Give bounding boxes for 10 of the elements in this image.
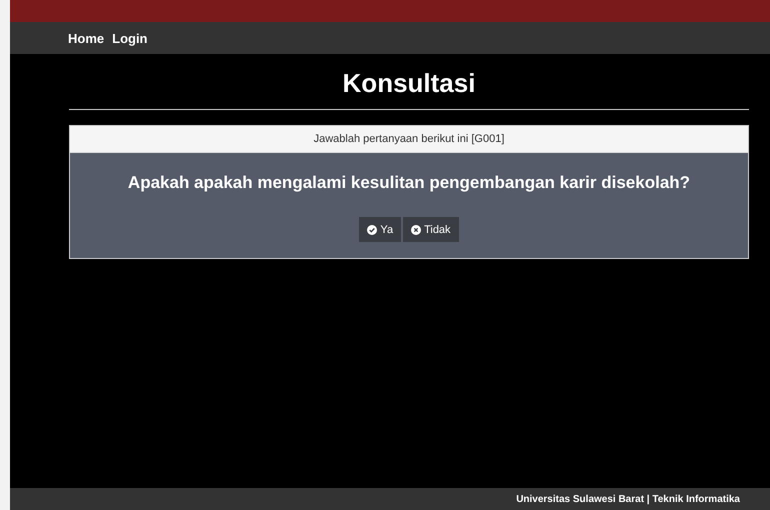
nav-link[interactable]: Login [112,30,148,46]
panel-header: Jawablah pertanyaan berikut ini [G001] [70,126,748,153]
answer-button[interactable]: Ya [359,217,402,242]
nav-link[interactable]: Home [68,30,104,46]
answer-button[interactable]: Tidak [403,217,459,242]
page-title: Konsultasi [342,68,476,99]
question-text: Apakah apakah mengalami kesulitan pengembangan karir disekolah? [128,173,690,193]
check-circle-icon [367,224,378,234]
footer-text: Universitas Sulawesi Barat | Teknik Informatika [516,494,740,504]
close-circle-icon [411,224,422,234]
